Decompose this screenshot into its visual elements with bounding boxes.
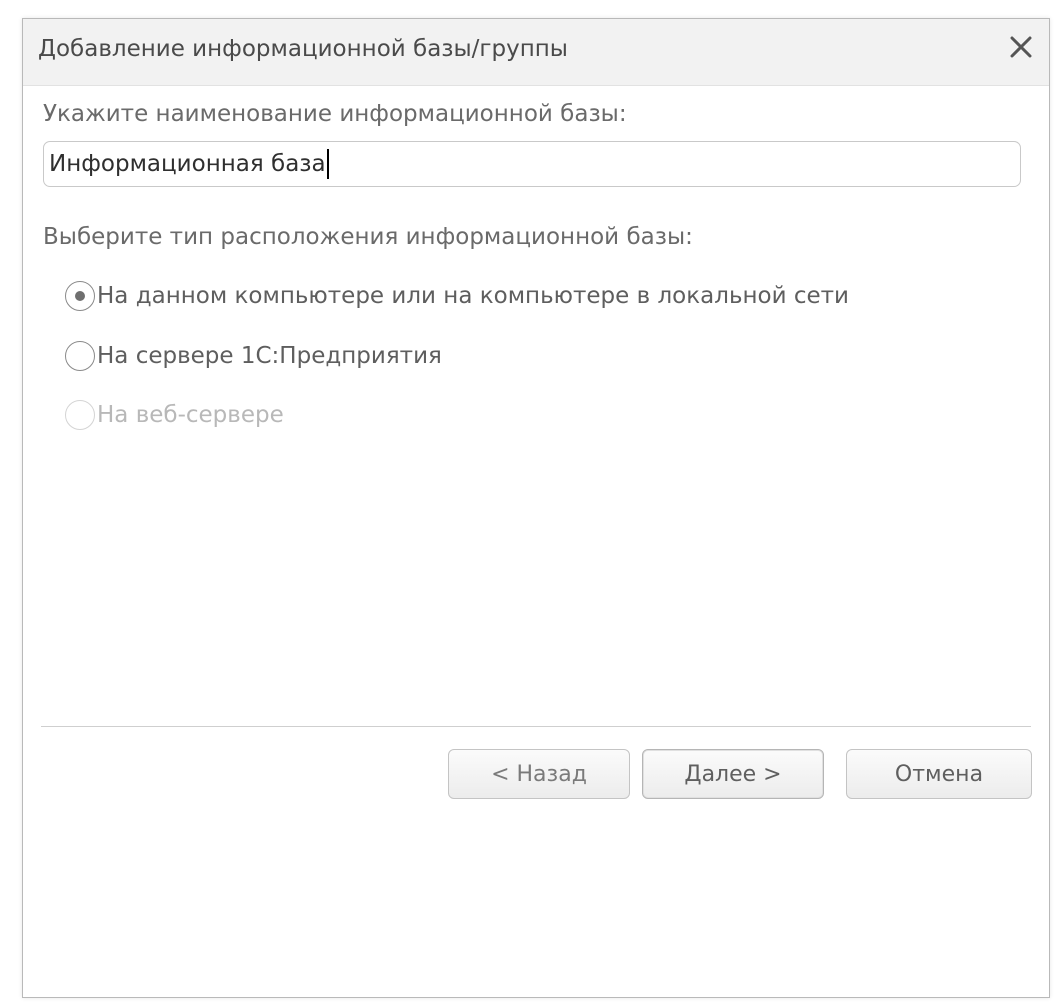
radio-label-server: На сервере 1С:Предприятия	[97, 343, 442, 369]
radio-button-disabled	[65, 400, 95, 430]
title-bar: Добавление информационной базы/группы	[23, 19, 1049, 86]
radio-option-local[interactable]: На данном компьютере или на компьютере в…	[65, 280, 849, 312]
infobase-name-input[interactable]: Информационная база	[43, 141, 1021, 187]
infobase-name-value: Информационная база	[49, 151, 326, 177]
close-icon	[1008, 34, 1034, 64]
cancel-button[interactable]: Отмена	[846, 749, 1032, 799]
next-button[interactable]: Далее >	[642, 749, 824, 799]
radio-option-server[interactable]: На сервере 1С:Предприятия	[65, 340, 442, 372]
footer-divider	[41, 726, 1031, 727]
location-type-label: Выберите тип расположения информационной…	[43, 224, 693, 250]
back-button[interactable]: < Назад	[448, 749, 630, 799]
radio-option-web-server: На веб-сервере	[65, 399, 284, 431]
name-label: Укажите наименование информационной базы…	[43, 101, 627, 127]
text-caret	[326, 149, 329, 179]
dialog-window: Добавление информационной базы/группы Ук…	[22, 18, 1050, 998]
radio-dot	[75, 291, 85, 301]
close-button[interactable]	[1003, 31, 1039, 67]
radio-button[interactable]	[65, 341, 95, 371]
radio-label-web-server: На веб-сервере	[97, 402, 284, 428]
dialog-title: Добавление информационной базы/группы	[38, 36, 568, 62]
radio-button-selected[interactable]	[65, 281, 95, 311]
radio-label-local: На данном компьютере или на компьютере в…	[97, 283, 850, 309]
